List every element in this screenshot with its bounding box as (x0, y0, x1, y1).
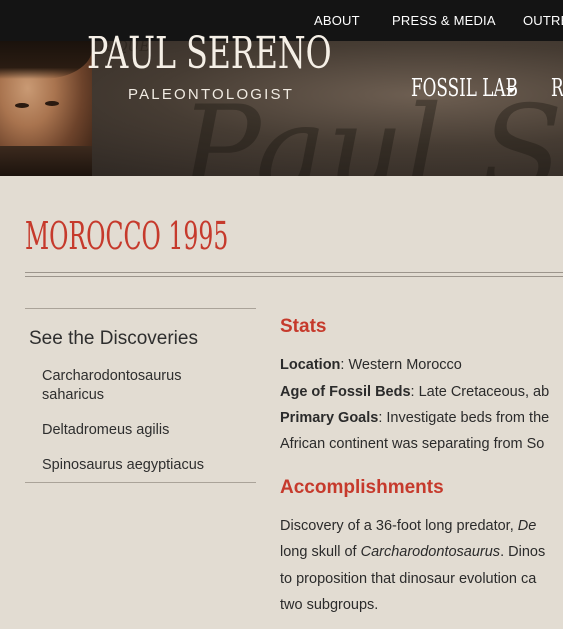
stats-location: Location: Western Morocco (280, 357, 462, 373)
accomplishments-text-1: Discovery of a 36-foot long predator, (280, 518, 518, 534)
page-title: MOROCCO 1995 (25, 214, 229, 258)
sidebar-item-deltadromeus[interactable]: Deltadromeus agilis (42, 421, 242, 440)
location-value: : Western Morocco (340, 357, 462, 373)
stats-age: Age of Fossil Beds: Late Cretaceous, ab (280, 384, 549, 400)
accomplishments-line-4: two subgroups. (280, 597, 379, 613)
location-label: Location (280, 357, 341, 373)
accomplishments-heading: Accomplishments (280, 477, 444, 498)
stats-goals-continued: African continent was separating from So (280, 436, 545, 452)
age-value: : Late Cretaceous, ab (410, 384, 550, 400)
goals-label: Primary Goals (280, 410, 379, 426)
stats-goals: Primary Goals: Investigate beds from the (280, 410, 549, 426)
stats-heading: Stats (280, 316, 327, 337)
accomplishments-text-2: long skull of (280, 544, 361, 560)
site-name-logo[interactable]: PAUL SERENO (87, 28, 332, 79)
age-label: Age of Fossil Beds (280, 384, 411, 400)
nav-fossil-lab[interactable]: FOSSIL LAB (411, 74, 518, 102)
accomplishments-italic-2: Carcharodontosaurus (360, 544, 501, 560)
nav-link-outreach[interactable]: OUTRE (523, 13, 563, 28)
nav-link-press-media[interactable]: PRESS & MEDIA (392, 13, 496, 28)
accomplishments-line-1: Discovery of a 36-foot long predator, De (280, 518, 536, 534)
accomplishments-italic-1: De (517, 518, 537, 534)
sidebar-top-divider (25, 308, 256, 309)
goals-value: : Investigate beds from the (378, 410, 550, 426)
accomplishments-line-3: to proposition that dinosaur evolution c… (280, 571, 537, 587)
sidebar-item-carcharodontosaurus[interactable]: Carcharodontosaurus saharicus (42, 367, 242, 405)
sidebar-bottom-divider (25, 482, 256, 483)
nav-link-about[interactable]: ABOUT (314, 13, 360, 28)
portrait-photo (0, 41, 92, 176)
chevron-down-icon[interactable] (506, 88, 516, 93)
sidebar-heading: See the Discoveries (29, 328, 198, 349)
sidebar-item-spinosaurus[interactable]: Spinosaurus aegyptiacus (42, 456, 242, 475)
site-subtitle: PALEONTOLOGIST (128, 86, 295, 103)
title-divider (25, 272, 563, 277)
accomplishments-text-2b: . Dinos (500, 544, 546, 560)
nav-next-item[interactable]: RI (551, 74, 563, 102)
accomplishments-line-2: long skull of Carcharodontosaurus. Dinos (280, 544, 545, 560)
